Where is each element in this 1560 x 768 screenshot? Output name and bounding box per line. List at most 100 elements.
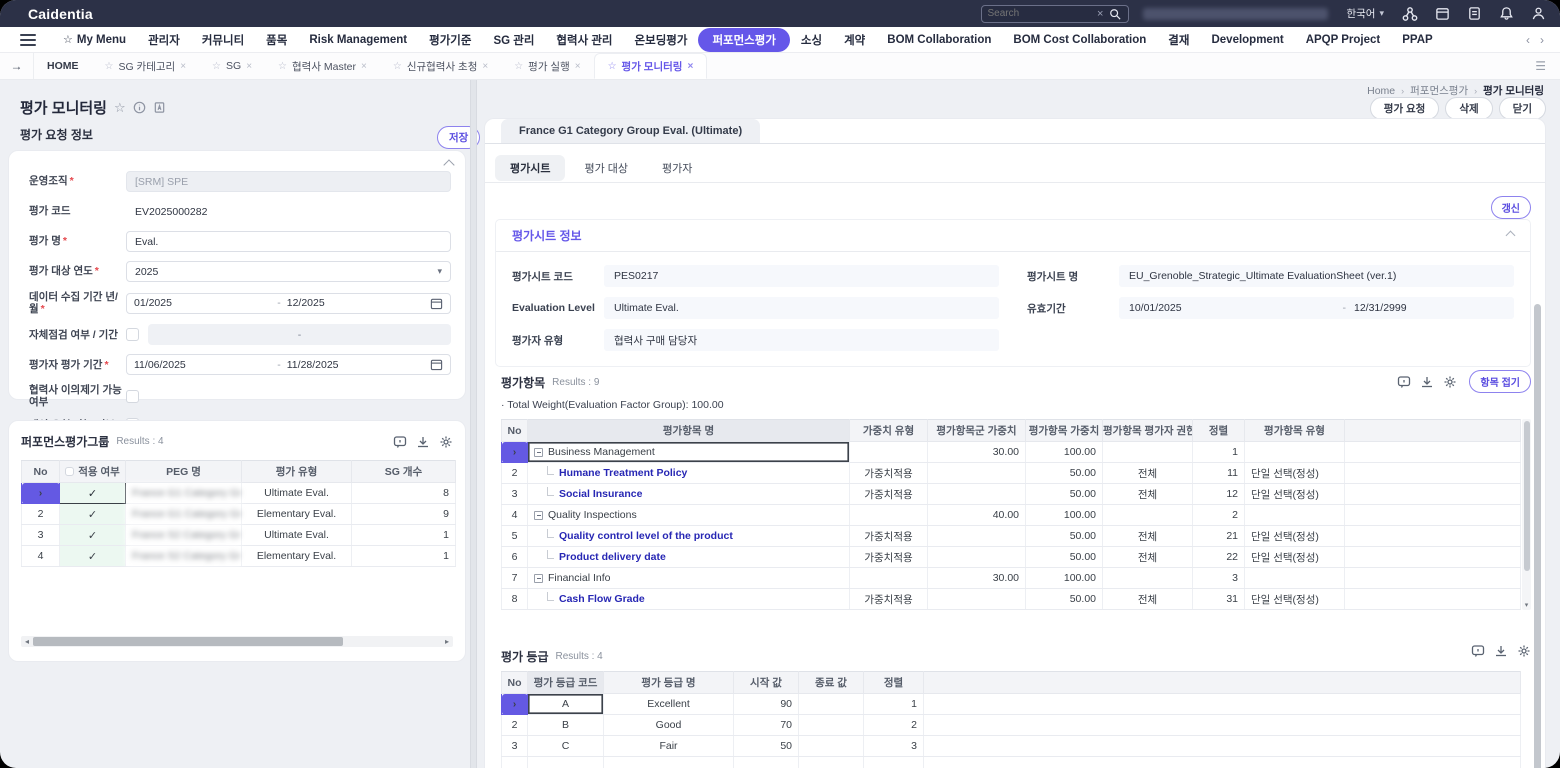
tab-eval-monitoring[interactable]: ☆평가 모니터링× <box>594 53 708 79</box>
scroll-left-icon[interactable]: ◂ <box>21 637 33 646</box>
menu-item-supplier-management[interactable]: 협력사 관리 <box>545 29 623 51</box>
item-name-cell[interactable]: Product delivery date <box>528 547 850 568</box>
gear-icon[interactable] <box>1517 644 1531 658</box>
target-year-select[interactable]: 2025▾ <box>126 261 451 282</box>
close-icon[interactable]: × <box>687 61 693 72</box>
tab-evaluator[interactable]: 평가자 <box>647 155 707 181</box>
apply-checkbox-cell[interactable]: ✓ <box>60 483 126 504</box>
download-icon[interactable] <box>416 435 430 449</box>
items-col-wtype[interactable]: 가중치 유형 <box>850 420 928 442</box>
download-icon[interactable] <box>1420 375 1434 389</box>
collapse-items-button[interactable]: 항목 접기 <box>1469 370 1531 393</box>
table-row[interactable]: 3 C Fair 50 3 <box>502 736 1521 757</box>
item-name-cell[interactable]: Social Insurance <box>528 484 850 505</box>
close-icon[interactable]: × <box>180 61 186 72</box>
tab-sg[interactable]: ☆SG× <box>199 53 265 79</box>
select-all-checkbox[interactable] <box>65 467 74 476</box>
table-row[interactable]: 6 Product delivery date 가중치적용 50.00 전체 2… <box>502 547 1521 568</box>
grades-col-code[interactable]: 평가 등급 코드 <box>528 672 604 694</box>
calendar-icon[interactable] <box>1434 6 1450 22</box>
tooltip-icon[interactable] <box>1471 644 1485 658</box>
table-row[interactable]: 3 ✓ France S2 Category Group Eval. Ultim… <box>22 525 456 546</box>
tab-eval-sheet[interactable]: 평가시트 <box>495 155 565 181</box>
tab-eval-execution[interactable]: ☆평가 실행× <box>501 53 593 79</box>
grades-col-start[interactable]: 시작 값 <box>734 672 799 694</box>
scrollbar-thumb[interactable] <box>1524 421 1530 571</box>
tree-collapse-icon[interactable] <box>534 511 543 520</box>
menu-item-apqp-project[interactable]: APQP Project <box>1295 31 1392 49</box>
hamburger-menu-icon[interactable] <box>20 34 36 46</box>
menu-item-sg-management[interactable]: SG 관리 <box>482 29 545 51</box>
menu-item-items[interactable]: 품목 <box>255 29 298 51</box>
close-icon[interactable]: × <box>482 61 488 72</box>
scrollbar-thumb[interactable] <box>33 637 343 646</box>
peg-name-cell[interactable]: France G1 Category Group Eval. <box>126 483 242 504</box>
apply-checkbox-cell[interactable]: ✓ <box>60 546 126 567</box>
horizontal-scrollbar[interactable]: ◂ ▸ <box>21 636 453 647</box>
memo-icon[interactable] <box>1466 6 1482 22</box>
gear-icon[interactable] <box>439 435 453 449</box>
search-input[interactable] <box>987 8 1097 19</box>
user-profile-icon[interactable] <box>1530 6 1546 22</box>
menu-scroll-right-icon[interactable]: › <box>1540 33 1544 47</box>
grades-col-name[interactable]: 평가 등급 명 <box>604 672 734 694</box>
menu-item-bom-cost-collaboration[interactable]: BOM Cost Collaboration <box>1002 31 1157 49</box>
tree-collapse-icon[interactable] <box>534 574 543 583</box>
download-icon[interactable] <box>1494 644 1508 658</box>
peg-col-sg[interactable]: SG 개수 <box>352 461 456 483</box>
items-col-name[interactable]: 평가항목 명 <box>528 420 850 442</box>
peg-name-cell[interactable]: France S2 Category Group Eval. <box>126 525 242 546</box>
tooltip-icon[interactable] <box>393 435 407 449</box>
menu-item-development[interactable]: Development <box>1200 31 1294 49</box>
menu-item-my-menu[interactable]: ☆My Menu <box>52 30 137 49</box>
collapse-section-icon[interactable] <box>443 159 454 170</box>
calendar-icon[interactable] <box>430 297 443 310</box>
items-col-iweight[interactable]: 평가항목 가중치 <box>1026 420 1103 442</box>
menu-item-eval-criteria[interactable]: 평가기준 <box>418 29 482 51</box>
collect-period-range[interactable]: 01/2025 - 12/2025 <box>126 293 451 314</box>
manual-icon[interactable] <box>153 101 166 114</box>
items-col-auth[interactable]: 평가항목 평가자 권한 <box>1103 420 1193 442</box>
collapse-section-icon[interactable] <box>1506 231 1516 241</box>
self-check-checkbox[interactable] <box>126 328 139 341</box>
item-name-cell[interactable]: Financial Info <box>528 568 850 589</box>
grade-code-cell[interactable]: C <box>528 736 604 757</box>
menu-item-risk-management[interactable]: Risk Management <box>298 31 418 49</box>
table-row[interactable]: 2 B Good 70 2 <box>502 715 1521 736</box>
peg-col-type[interactable]: 평가 유형 <box>242 461 352 483</box>
language-selector[interactable]: 한국어 ▾ <box>1346 6 1384 21</box>
info-icon[interactable] <box>133 101 146 114</box>
org-chart-icon[interactable] <box>1402 6 1418 22</box>
breadcrumb-performance-eval[interactable]: 퍼포먼스평가 <box>1410 83 1468 98</box>
eval-name-input[interactable]: Eval. <box>126 231 451 252</box>
item-name-cell[interactable]: Quality Inspections <box>528 505 850 526</box>
tab-sg-category[interactable]: ☆SG 카테고리× <box>92 53 200 79</box>
tab-list-icon[interactable]: ☰ <box>1535 59 1546 73</box>
calendar-icon[interactable] <box>430 358 443 371</box>
table-row[interactable]: 5 Quality control level of the product 가… <box>502 526 1521 547</box>
apply-checkbox-cell[interactable]: ✓ <box>60 504 126 525</box>
close-icon[interactable]: × <box>246 61 252 72</box>
peg-name-cell[interactable]: France S2 Category Group Eval. <box>126 546 242 567</box>
peg-col-no[interactable]: No <box>22 461 60 483</box>
vertical-scrollbar[interactable]: ▾ <box>1522 419 1531 610</box>
table-row[interactable]: 4 ✓ France S2 Category Group Eval. Eleme… <box>22 546 456 567</box>
menu-item-onboarding-eval[interactable]: 온보딩평가 <box>624 29 699 51</box>
menu-item-admin[interactable]: 관리자 <box>137 29 191 51</box>
table-row[interactable] <box>502 757 1521 768</box>
expand-sidebar-icon[interactable]: → <box>0 53 34 79</box>
grades-col-end[interactable]: 종료 값 <box>799 672 864 694</box>
objection-checkbox[interactable] <box>126 390 139 403</box>
table-row[interactable]: › ✓ France G1 Category Group Eval. Ultim… <box>22 483 456 504</box>
clear-search-icon[interactable]: × <box>1097 8 1103 20</box>
item-name-cell[interactable]: Humane Treatment Policy <box>528 463 850 484</box>
grades-col-sort[interactable]: 정렬 <box>864 672 924 694</box>
tab-eval-target[interactable]: 평가 대상 <box>569 155 643 181</box>
tree-collapse-icon[interactable] <box>534 448 543 457</box>
grade-code-cell[interactable]: B <box>528 715 604 736</box>
grade-code-cell[interactable]: A <box>528 694 604 715</box>
group-tab[interactable]: France G1 Category Group Eval. (Ultimate… <box>501 119 760 143</box>
close-icon[interactable]: × <box>361 61 367 72</box>
item-name-cell[interactable]: Quality control level of the product <box>528 526 850 547</box>
items-col-gweight[interactable]: 평가항목군 가중치 <box>928 420 1026 442</box>
